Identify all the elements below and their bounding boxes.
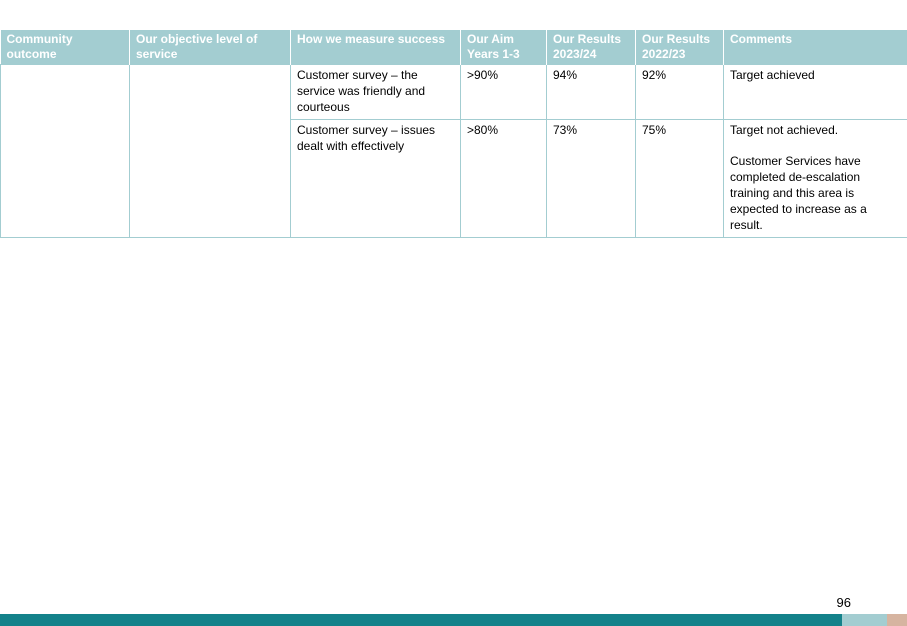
footer-bar-main [0,614,842,626]
cell-measure: Customer survey – the service was friend… [290,64,461,120]
header-how-we-measure-success: How we measure success [290,30,461,65]
header-results-2022-23: Our Results 2022/23 [635,30,724,65]
cell-result-2023-24: 73% [546,119,636,238]
header-results-2023-24: Our Results 2023/24 [546,30,636,65]
cell-result-2023-24: 94% [546,64,636,120]
comment-paragraph: Target achieved [730,68,815,82]
cell-objective-level-of-service [129,64,291,238]
performance-table: Community outcome Our objective level of… [0,30,907,238]
header-objective-level-of-service: Our objective level of service [129,30,291,65]
header-community-outcome: Community outcome [0,30,130,65]
document-page: Community outcome Our objective level of… [0,0,907,626]
footer-bar-light [842,614,887,626]
cell-aim: >90% [460,64,547,120]
cell-aim: >80% [460,119,547,238]
cell-comments: Target not achieved. Customer Services h… [723,119,907,238]
cell-community-outcome [0,64,130,238]
table-row: Customer survey – the service was friend… [0,64,907,238]
comment-paragraph: Customer Services have completed de-esca… [730,154,867,232]
page-number: 96 [836,595,851,610]
cell-result-2022-23: 75% [635,119,724,238]
footer-bar-accent [887,614,907,626]
header-comments: Comments [723,30,907,65]
cell-result-2022-23: 92% [635,64,724,120]
comment-paragraph: Target not achieved. [730,123,839,137]
table-header-row: Community outcome Our objective level of… [0,30,907,65]
cell-measure: Customer survey – issues dealt with effe… [290,119,461,238]
cell-comments: Target achieved [723,64,907,120]
header-our-aim: Our Aim Years 1-3 [460,30,547,65]
